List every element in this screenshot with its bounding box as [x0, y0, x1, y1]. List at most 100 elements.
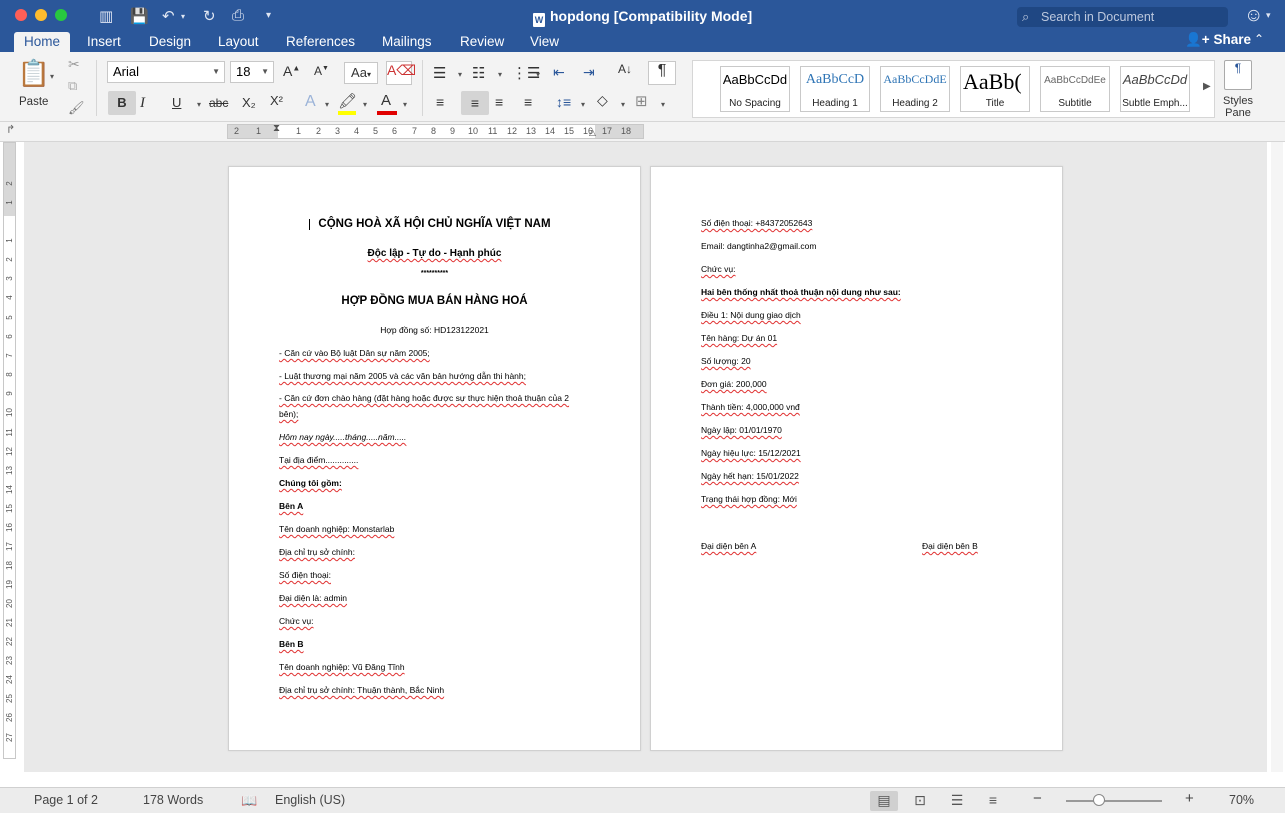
font-color-dropdown-icon[interactable]: ▾ — [403, 100, 407, 109]
align-center-icon[interactable]: ≡ — [461, 91, 489, 115]
share-button[interactable]: 👤+ Share — [1185, 32, 1251, 48]
copy-icon[interactable]: ⧉ — [68, 78, 77, 94]
shading-dropdown-icon[interactable]: ▾ — [621, 100, 625, 109]
superscript-button[interactable]: X² — [270, 93, 283, 108]
style-subtle-emphasis[interactable]: AaBbCcDd Subtle Emph... — [1120, 66, 1190, 112]
highlight-dropdown-icon[interactable]: ▾ — [363, 100, 367, 109]
outline-view-icon[interactable]: ☰ — [943, 791, 971, 811]
shading-icon[interactable]: ◇ — [597, 92, 608, 109]
minimize-window-button[interactable] — [35, 9, 47, 21]
tab-references[interactable]: References — [286, 32, 355, 52]
bold-button[interactable]: B — [108, 91, 136, 115]
bullets-dropdown-icon[interactable]: ▾ — [458, 70, 462, 79]
underline-button[interactable]: U — [172, 95, 181, 110]
clipboard-icon[interactable]: 📋 — [16, 58, 52, 88]
line-spacing-dropdown-icon[interactable]: ▾ — [581, 100, 585, 109]
indent-marker-icon[interactable]: ⧗ — [273, 123, 280, 134]
highlight-icon[interactable]: 🖍 — [338, 92, 357, 110]
font-color-icon[interactable]: A — [381, 92, 391, 109]
print-layout-view-icon[interactable]: ▤ — [870, 791, 898, 811]
tab-mailings[interactable]: Mailings — [382, 32, 432, 52]
borders-icon[interactable]: ⊞ — [635, 92, 648, 110]
line-spacing-icon[interactable]: ↕≡ — [556, 94, 571, 110]
format-painter-icon[interactable]: 🖌 — [68, 100, 85, 116]
numbering-dropdown-icon[interactable]: ▾ — [498, 70, 502, 79]
show-formatting-icon[interactable]: ¶ — [648, 61, 676, 85]
style-heading-1[interactable]: AaBbCcD Heading 1 — [800, 66, 870, 112]
styles-pane-icon[interactable]: ¶ — [1224, 60, 1252, 90]
decrease-indent-icon[interactable]: ⇤ — [553, 64, 565, 81]
draft-view-icon[interactable]: ≡ — [979, 791, 1007, 811]
vertical-scrollbar[interactable] — [1271, 142, 1283, 772]
italic-button[interactable]: I — [140, 95, 145, 112]
paste-dropdown-icon[interactable]: ▾ — [50, 72, 54, 81]
zoom-in-icon[interactable]: + — [1185, 790, 1194, 807]
style-heading-2[interactable]: AaBbCcDdE Heading 2 — [880, 66, 950, 112]
zoom-slider-thumb[interactable] — [1093, 794, 1105, 806]
zoom-slider[interactable] — [1066, 800, 1162, 802]
underline-dropdown-icon[interactable]: ▾ — [197, 100, 201, 109]
borders-dropdown-icon[interactable]: ▾ — [661, 100, 665, 109]
proofing-icon[interactable]: 📖 — [241, 793, 257, 809]
sidebar-toggle-icon[interactable]: ▥ — [99, 7, 113, 25]
strikethrough-button[interactable]: abc — [209, 96, 228, 110]
feedback-dropdown-icon[interactable]: ▾ — [1266, 10, 1271, 21]
change-case-button[interactable]: Aa▾ — [344, 62, 378, 84]
justify-icon[interactable]: ≡ — [524, 94, 532, 110]
vertical-ruler[interactable]: 2 1 1 2 3 4 5 6 7 8 9 10 11 12 13 14 15 … — [3, 142, 16, 759]
styles-more-arrow-icon[interactable]: ▶ — [1203, 81, 1211, 92]
paste-button[interactable]: Paste — [19, 96, 48, 108]
language-indicator[interactable]: English (US) — [275, 793, 345, 807]
close-window-button[interactable] — [15, 9, 27, 21]
cut-icon[interactable]: ✂ — [68, 56, 80, 73]
grow-font-icon[interactable]: A▲ — [283, 63, 300, 79]
style-no-spacing[interactable]: AaBbCcDd No Spacing — [720, 66, 790, 112]
undo-dropdown-icon[interactable]: ▾ — [181, 12, 185, 21]
expiry-date: Ngày hết hạn: 15/01/2022 — [701, 471, 799, 481]
font-size-select[interactable]: 18 ▼ — [230, 61, 274, 83]
subscript-button[interactable]: X₂ — [242, 95, 256, 110]
feedback-smiley-icon[interactable]: ☺ — [1244, 5, 1263, 27]
tab-home[interactable]: Home — [14, 32, 71, 52]
bullets-icon[interactable]: ☰ — [433, 64, 446, 82]
multilevel-dropdown-icon[interactable]: ▾ — [536, 70, 540, 79]
clear-formatting-icon[interactable]: A⌫ — [386, 61, 416, 85]
numbering-icon[interactable]: ☷ — [472, 64, 485, 82]
sort-icon[interactable]: A↓ — [618, 62, 632, 76]
style-subtitle[interactable]: AaBbCcDdEe Subtitle — [1040, 66, 1110, 112]
document-page-2[interactable]: Số điện thoại: +84372052643 Email: dangt… — [650, 166, 1063, 751]
styles-pane-button[interactable]: Styles Pane — [1218, 95, 1258, 119]
page-count[interactable]: Page 1 of 2 — [34, 793, 98, 807]
search-input[interactable]: ⌕ Search in Document — [1017, 7, 1228, 27]
document-page-1[interactable]: CỘNG HOÀ XÃ HỘI CHỦ NGHĨA VIỆT NAM Độc l… — [228, 166, 641, 751]
align-right-icon[interactable]: ≡ — [495, 94, 503, 110]
print-icon[interactable]: ⎙ — [232, 7, 244, 24]
redo-icon[interactable]: ↻ — [203, 7, 216, 25]
increase-indent-icon[interactable]: ⇥ — [583, 64, 595, 81]
font-name-select[interactable]: Arial ▼ — [107, 61, 225, 83]
shrink-font-icon[interactable]: A▼ — [314, 64, 329, 78]
tab-view[interactable]: View — [530, 32, 559, 52]
tab-selector-icon[interactable]: ↱ — [6, 123, 15, 136]
word-count[interactable]: 178 Words — [143, 793, 203, 807]
collapse-ribbon-icon[interactable]: ⌃ — [1254, 32, 1264, 46]
customize-toolbar-icon[interactable]: ▾ — [266, 10, 271, 21]
right-indent-marker-icon[interactable]: △ — [589, 127, 596, 138]
created-date: Ngày lập: 01/01/1970 — [701, 425, 782, 435]
tab-design[interactable]: Design — [149, 32, 191, 52]
text-effects-dropdown-icon[interactable]: ▾ — [325, 100, 329, 109]
tab-insert[interactable]: Insert — [87, 32, 121, 52]
horizontal-ruler[interactable]: 2 1 1 2 3 4 5 6 7 8 9 10 11 12 13 14 15 … — [227, 123, 644, 139]
text-effects-icon[interactable]: A — [305, 93, 316, 111]
tab-review[interactable]: Review — [460, 32, 504, 52]
web-layout-view-icon[interactable]: ⊡ — [906, 791, 934, 811]
zoom-level[interactable]: 70% — [1229, 793, 1254, 807]
zoom-out-icon[interactable]: − — [1033, 790, 1042, 807]
save-icon[interactable]: 💾 — [130, 7, 149, 25]
document-canvas[interactable] — [24, 142, 1267, 772]
align-left-icon[interactable]: ≡ — [436, 94, 444, 110]
tab-layout[interactable]: Layout — [218, 32, 259, 52]
zoom-window-button[interactable] — [55, 9, 67, 21]
undo-icon[interactable]: ↶ — [162, 7, 175, 25]
style-title[interactable]: AaBb( Title — [960, 66, 1030, 112]
